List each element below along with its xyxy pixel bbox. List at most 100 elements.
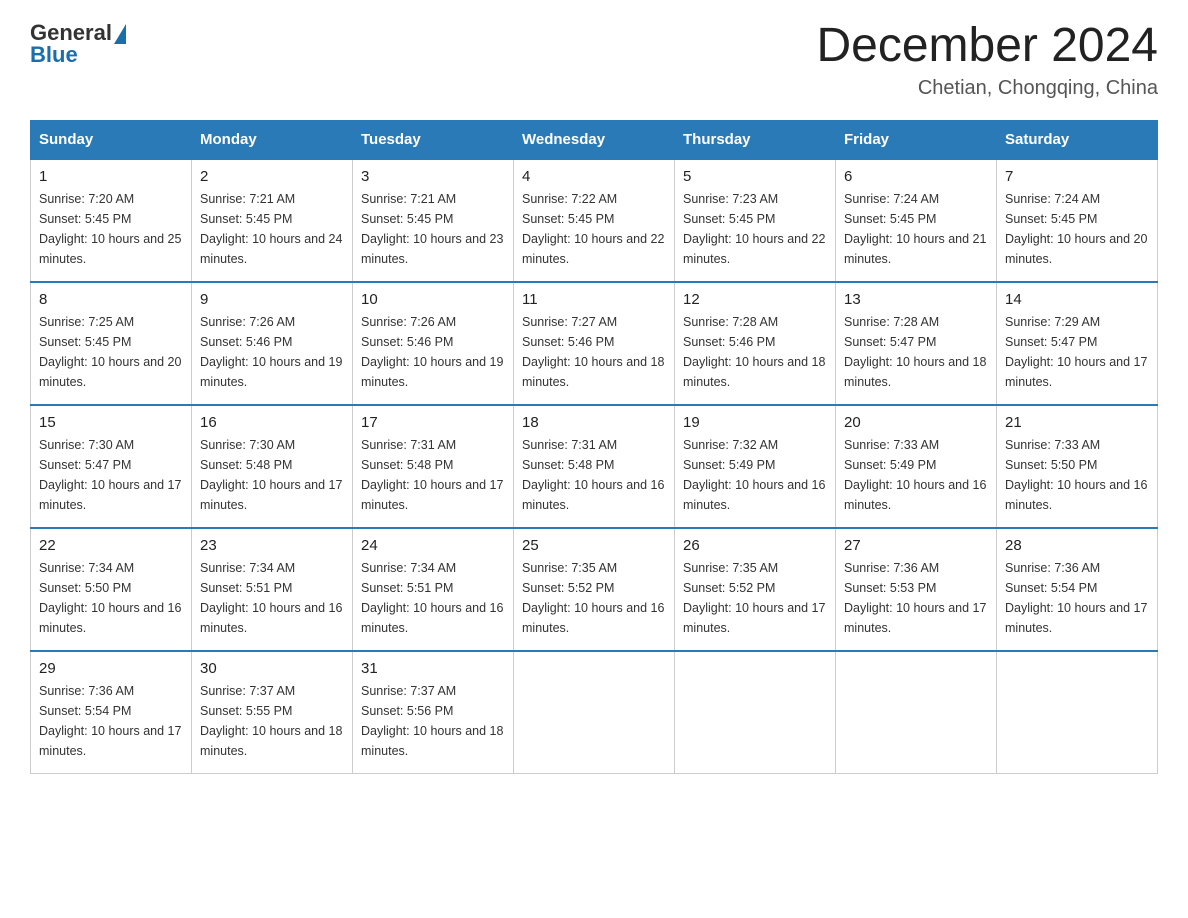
day-info: Sunrise: 7:36 AMSunset: 5:54 PMDaylight:… bbox=[1005, 558, 1149, 638]
day-info: Sunrise: 7:31 AMSunset: 5:48 PMDaylight:… bbox=[522, 435, 666, 515]
calendar-cell: 30 Sunrise: 7:37 AMSunset: 5:55 PMDayligh… bbox=[192, 651, 353, 774]
day-number: 10 bbox=[361, 291, 505, 308]
header-day-tuesday: Tuesday bbox=[353, 120, 514, 159]
day-number: 27 bbox=[844, 537, 988, 554]
header-day-saturday: Saturday bbox=[997, 120, 1158, 159]
day-info: Sunrise: 7:26 AMSunset: 5:46 PMDaylight:… bbox=[200, 312, 344, 392]
logo-triangle-icon bbox=[114, 24, 126, 44]
calendar-cell: 17 Sunrise: 7:31 AMSunset: 5:48 PMDayligh… bbox=[353, 405, 514, 528]
calendar-cell: 13Sunrise: 7:28 AMSunset: 5:47 PMDayligh… bbox=[836, 282, 997, 405]
day-number: 22 bbox=[39, 537, 183, 554]
header-day-monday: Monday bbox=[192, 120, 353, 159]
title-block: December 2024 Chetian, Chongqing, China bbox=[816, 20, 1158, 100]
day-number: 16 bbox=[200, 414, 344, 431]
day-info: Sunrise: 7:35 AMSunset: 5:52 PMDaylight:… bbox=[522, 558, 666, 638]
day-number: 17 bbox=[361, 414, 505, 431]
calendar-cell: 8Sunrise: 7:25 AMSunset: 5:45 PMDaylight… bbox=[31, 282, 192, 405]
day-number: 24 bbox=[361, 537, 505, 554]
calendar-cell: 14Sunrise: 7:29 AMSunset: 5:47 PMDayligh… bbox=[997, 282, 1158, 405]
month-year-title: December 2024 bbox=[816, 20, 1158, 73]
day-number: 30 bbox=[200, 660, 344, 677]
day-number: 9 bbox=[200, 291, 344, 308]
header-day-wednesday: Wednesday bbox=[514, 120, 675, 159]
calendar-cell: 2Sunrise: 7:21 AMSunset: 5:45 PMDaylight… bbox=[192, 159, 353, 282]
day-info: Sunrise: 7:25 AMSunset: 5:45 PMDaylight:… bbox=[39, 312, 183, 392]
day-number: 7 bbox=[1005, 168, 1149, 185]
day-info: Sunrise: 7:23 AMSunset: 5:45 PMDaylight:… bbox=[683, 189, 827, 269]
calendar-cell: 15 Sunrise: 7:30 AMSunset: 5:47 PMDayligh… bbox=[31, 405, 192, 528]
day-info: Sunrise: 7:27 AMSunset: 5:46 PMDaylight:… bbox=[522, 312, 666, 392]
calendar-cell: 6Sunrise: 7:24 AMSunset: 5:45 PMDaylight… bbox=[836, 159, 997, 282]
day-info: Sunrise: 7:33 AMSunset: 5:50 PMDaylight:… bbox=[1005, 435, 1149, 515]
calendar-cell bbox=[514, 651, 675, 774]
day-number: 20 bbox=[844, 414, 988, 431]
day-number: 26 bbox=[683, 537, 827, 554]
calendar-cell: 24 Sunrise: 7:34 AMSunset: 5:51 PMDayligh… bbox=[353, 528, 514, 651]
day-number: 15 bbox=[39, 414, 183, 431]
day-number: 31 bbox=[361, 660, 505, 677]
calendar-cell: 18 Sunrise: 7:31 AMSunset: 5:48 PMDayligh… bbox=[514, 405, 675, 528]
day-number: 12 bbox=[683, 291, 827, 308]
day-info: Sunrise: 7:36 AMSunset: 5:53 PMDaylight:… bbox=[844, 558, 988, 638]
calendar-header: SundayMondayTuesdayWednesdayThursdayFrid… bbox=[31, 120, 1158, 159]
page-header: General Blue December 2024 Chetian, Chon… bbox=[30, 20, 1158, 100]
calendar-cell: 10 Sunrise: 7:26 AMSunset: 5:46 PMDayligh… bbox=[353, 282, 514, 405]
calendar-cell: 7 Sunrise: 7:24 AMSunset: 5:45 PMDaylight… bbox=[997, 159, 1158, 282]
day-info: Sunrise: 7:34 AMSunset: 5:51 PMDaylight:… bbox=[361, 558, 505, 638]
calendar-table: SundayMondayTuesdayWednesdayThursdayFrid… bbox=[30, 120, 1158, 774]
calendar-cell: 19Sunrise: 7:32 AMSunset: 5:49 PMDayligh… bbox=[675, 405, 836, 528]
day-info: Sunrise: 7:29 AMSunset: 5:47 PMDaylight:… bbox=[1005, 312, 1149, 392]
day-number: 25 bbox=[522, 537, 666, 554]
calendar-cell: 26 Sunrise: 7:35 AMSunset: 5:52 PMDayligh… bbox=[675, 528, 836, 651]
day-number: 1 bbox=[39, 168, 183, 185]
day-number: 3 bbox=[361, 168, 505, 185]
day-info: Sunrise: 7:24 AMSunset: 5:45 PMDaylight:… bbox=[844, 189, 988, 269]
header-day-friday: Friday bbox=[836, 120, 997, 159]
day-number: 5 bbox=[683, 168, 827, 185]
calendar-cell bbox=[997, 651, 1158, 774]
header-day-thursday: Thursday bbox=[675, 120, 836, 159]
calendar-cell: 21 Sunrise: 7:33 AMSunset: 5:50 PMDayligh… bbox=[997, 405, 1158, 528]
day-info: Sunrise: 7:30 AMSunset: 5:47 PMDaylight:… bbox=[39, 435, 183, 515]
day-number: 4 bbox=[522, 168, 666, 185]
calendar-cell: 25 Sunrise: 7:35 AMSunset: 5:52 PMDayligh… bbox=[514, 528, 675, 651]
calendar-cell: 4Sunrise: 7:22 AMSunset: 5:45 PMDaylight… bbox=[514, 159, 675, 282]
calendar-cell: 1 Sunrise: 7:20 AMSunset: 5:45 PMDaylight… bbox=[31, 159, 192, 282]
calendar-cell: 23Sunrise: 7:34 AMSunset: 5:51 PMDayligh… bbox=[192, 528, 353, 651]
day-info: Sunrise: 7:37 AMSunset: 5:56 PMDaylight:… bbox=[361, 681, 505, 761]
day-number: 11 bbox=[522, 291, 666, 308]
day-info: Sunrise: 7:33 AMSunset: 5:49 PMDaylight:… bbox=[844, 435, 988, 515]
calendar-cell: 12 Sunrise: 7:28 AMSunset: 5:46 PMDayligh… bbox=[675, 282, 836, 405]
day-number: 2 bbox=[200, 168, 344, 185]
calendar-week-row: 1 Sunrise: 7:20 AMSunset: 5:45 PMDaylight… bbox=[31, 159, 1158, 282]
logo-blue-text: Blue bbox=[30, 42, 126, 68]
calendar-cell: 20 Sunrise: 7:33 AMSunset: 5:49 PMDayligh… bbox=[836, 405, 997, 528]
day-info: Sunrise: 7:26 AMSunset: 5:46 PMDaylight:… bbox=[361, 312, 505, 392]
day-info: Sunrise: 7:28 AMSunset: 5:46 PMDaylight:… bbox=[683, 312, 827, 392]
day-number: 21 bbox=[1005, 414, 1149, 431]
calendar-cell bbox=[675, 651, 836, 774]
day-number: 18 bbox=[522, 414, 666, 431]
day-number: 28 bbox=[1005, 537, 1149, 554]
day-info: Sunrise: 7:31 AMSunset: 5:48 PMDaylight:… bbox=[361, 435, 505, 515]
location-subtitle: Chetian, Chongqing, China bbox=[816, 77, 1158, 100]
calendar-week-row: 8Sunrise: 7:25 AMSunset: 5:45 PMDaylight… bbox=[31, 282, 1158, 405]
calendar-week-row: 29Sunrise: 7:36 AMSunset: 5:54 PMDayligh… bbox=[31, 651, 1158, 774]
header-row: SundayMondayTuesdayWednesdayThursdayFrid… bbox=[31, 120, 1158, 159]
calendar-cell: 5 Sunrise: 7:23 AMSunset: 5:45 PMDaylight… bbox=[675, 159, 836, 282]
day-info: Sunrise: 7:20 AMSunset: 5:45 PMDaylight:… bbox=[39, 189, 183, 269]
day-number: 29 bbox=[39, 660, 183, 677]
day-info: Sunrise: 7:34 AMSunset: 5:51 PMDaylight:… bbox=[200, 558, 344, 638]
calendar-week-row: 15 Sunrise: 7:30 AMSunset: 5:47 PMDayligh… bbox=[31, 405, 1158, 528]
calendar-cell: 11 Sunrise: 7:27 AMSunset: 5:46 PMDayligh… bbox=[514, 282, 675, 405]
day-info: Sunrise: 7:24 AMSunset: 5:45 PMDaylight:… bbox=[1005, 189, 1149, 269]
logo: General Blue bbox=[30, 20, 126, 68]
calendar-cell: 28 Sunrise: 7:36 AMSunset: 5:54 PMDayligh… bbox=[997, 528, 1158, 651]
day-info: Sunrise: 7:37 AMSunset: 5:55 PMDaylight:… bbox=[200, 681, 344, 761]
calendar-cell: 29Sunrise: 7:36 AMSunset: 5:54 PMDayligh… bbox=[31, 651, 192, 774]
calendar-cell: 3Sunrise: 7:21 AMSunset: 5:45 PMDaylight… bbox=[353, 159, 514, 282]
calendar-cell: 27 Sunrise: 7:36 AMSunset: 5:53 PMDayligh… bbox=[836, 528, 997, 651]
calendar-week-row: 22Sunrise: 7:34 AMSunset: 5:50 PMDayligh… bbox=[31, 528, 1158, 651]
day-info: Sunrise: 7:35 AMSunset: 5:52 PMDaylight:… bbox=[683, 558, 827, 638]
calendar-cell: 16Sunrise: 7:30 AMSunset: 5:48 PMDayligh… bbox=[192, 405, 353, 528]
